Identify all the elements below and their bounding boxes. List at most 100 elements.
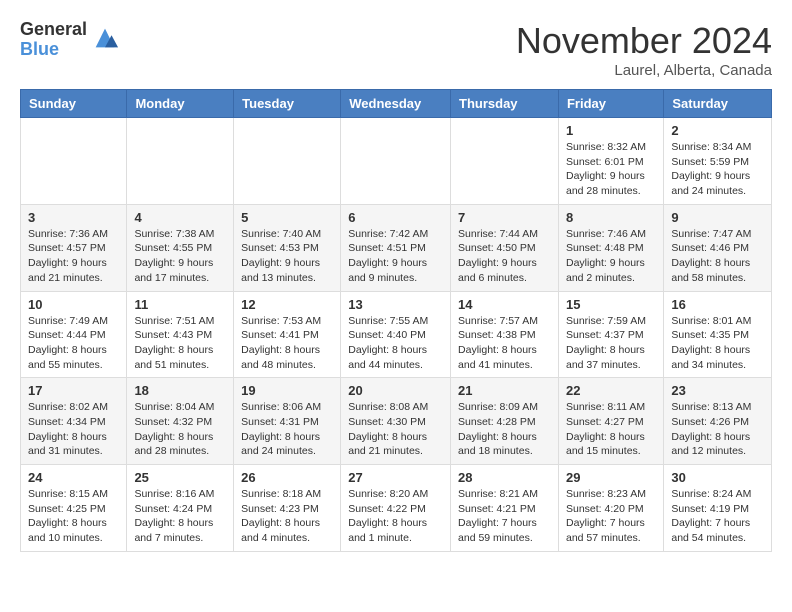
day-number: 10	[28, 297, 119, 312]
day-number: 13	[348, 297, 443, 312]
calendar-cell: 7Sunrise: 7:44 AM Sunset: 4:50 PM Daylig…	[451, 204, 559, 291]
day-info: Sunrise: 8:16 AM Sunset: 4:24 PM Dayligh…	[134, 487, 226, 546]
day-number: 19	[241, 383, 333, 398]
day-number: 24	[28, 470, 119, 485]
day-info: Sunrise: 8:01 AM Sunset: 4:35 PM Dayligh…	[671, 314, 764, 373]
day-info: Sunrise: 7:44 AM Sunset: 4:50 PM Dayligh…	[458, 227, 551, 286]
weekday-header: Wednesday	[341, 90, 451, 118]
calendar-cell: 19 Sunrise: 8:06 AM Sunset: 4:31 PM Dayli…	[234, 378, 341, 465]
location: Laurel, Alberta, Canada	[516, 62, 772, 79]
day-number: 1	[566, 123, 656, 138]
calendar-cell: 13 Sunrise: 7:55 AM Sunset: 4:40 PM Dayli…	[341, 291, 451, 378]
day-info: Sunrise: 8:08 AM Sunset: 4:30 PM Dayligh…	[348, 400, 443, 459]
day-info: Sunrise: 8:04 AM Sunset: 4:32 PM Dayligh…	[134, 400, 226, 459]
logo-icon	[91, 24, 119, 52]
calendar-cell	[127, 118, 234, 205]
calendar-cell: 1 Sunrise: 8:32 AM Sunset: 6:01 PM Daylig…	[558, 118, 663, 205]
calendar-cell: 3 Sunrise: 7:36 AM Sunset: 4:57 PM Daylig…	[21, 204, 127, 291]
calendar-cell: 25 Sunrise: 8:16 AM Sunset: 4:24 PM Dayli…	[127, 465, 234, 552]
day-number: 21	[458, 383, 551, 398]
calendar-cell	[234, 118, 341, 205]
calendar-cell: 12 Sunrise: 7:53 AM Sunset: 4:41 PM Dayli…	[234, 291, 341, 378]
calendar-cell: 16 Sunrise: 8:01 AM Sunset: 4:35 PM Dayli…	[664, 291, 772, 378]
week-row: 24 Sunrise: 8:15 AM Sunset: 4:25 PM Dayli…	[21, 465, 772, 552]
calendar-cell: 29 Sunrise: 8:23 AM Sunset: 4:20 PM Dayli…	[558, 465, 663, 552]
day-number: 8	[566, 210, 656, 225]
day-number: 16	[671, 297, 764, 312]
day-info: Sunrise: 8:23 AM Sunset: 4:20 PM Dayligh…	[566, 487, 656, 546]
week-row: 3 Sunrise: 7:36 AM Sunset: 4:57 PM Daylig…	[21, 204, 772, 291]
logo-blue: Blue	[20, 40, 87, 60]
day-info: Sunrise: 7:53 AM Sunset: 4:41 PM Dayligh…	[241, 314, 333, 373]
day-number: 27	[348, 470, 443, 485]
day-info: Sunrise: 8:11 AM Sunset: 4:27 PM Dayligh…	[566, 400, 656, 459]
calendar-cell: 20 Sunrise: 8:08 AM Sunset: 4:30 PM Dayli…	[341, 378, 451, 465]
weekday-header-row: SundayMondayTuesdayWednesdayThursdayFrid…	[21, 90, 772, 118]
day-info: Sunrise: 7:42 AM Sunset: 4:51 PM Dayligh…	[348, 227, 443, 286]
calendar-cell: 21 Sunrise: 8:09 AM Sunset: 4:28 PM Dayli…	[451, 378, 559, 465]
day-number: 3	[28, 210, 119, 225]
calendar: SundayMondayTuesdayWednesdayThursdayFrid…	[20, 89, 772, 552]
day-number: 20	[348, 383, 443, 398]
calendar-cell: 28Sunrise: 8:21 AM Sunset: 4:21 PM Dayli…	[451, 465, 559, 552]
calendar-cell	[451, 118, 559, 205]
week-row: 10 Sunrise: 7:49 AM Sunset: 4:44 PM Dayli…	[21, 291, 772, 378]
day-info: Sunrise: 8:09 AM Sunset: 4:28 PM Dayligh…	[458, 400, 551, 459]
day-number: 5	[241, 210, 333, 225]
calendar-cell: 6 Sunrise: 7:42 AM Sunset: 4:51 PM Daylig…	[341, 204, 451, 291]
logo: General Blue	[20, 20, 119, 60]
day-number: 17	[28, 383, 119, 398]
day-number: 12	[241, 297, 333, 312]
day-number: 26	[241, 470, 333, 485]
day-info: Sunrise: 7:40 AM Sunset: 4:53 PM Dayligh…	[241, 227, 333, 286]
day-info: Sunrise: 7:57 AM Sunset: 4:38 PM Dayligh…	[458, 314, 551, 373]
day-info: Sunrise: 7:55 AM Sunset: 4:40 PM Dayligh…	[348, 314, 443, 373]
day-number: 6	[348, 210, 443, 225]
calendar-cell: 18 Sunrise: 8:04 AM Sunset: 4:32 PM Dayli…	[127, 378, 234, 465]
day-number: 22	[566, 383, 656, 398]
page-header: General Blue November 2024 Laurel, Alber…	[20, 20, 772, 79]
calendar-cell: 30Sunrise: 8:24 AM Sunset: 4:19 PM Dayli…	[664, 465, 772, 552]
calendar-cell	[21, 118, 127, 205]
day-info: Sunrise: 7:49 AM Sunset: 4:44 PM Dayligh…	[28, 314, 119, 373]
calendar-cell: 23Sunrise: 8:13 AM Sunset: 4:26 PM Dayli…	[664, 378, 772, 465]
day-number: 18	[134, 383, 226, 398]
day-info: Sunrise: 8:34 AM Sunset: 5:59 PM Dayligh…	[671, 140, 764, 199]
day-info: Sunrise: 7:51 AM Sunset: 4:43 PM Dayligh…	[134, 314, 226, 373]
calendar-cell: 17Sunrise: 8:02 AM Sunset: 4:34 PM Dayli…	[21, 378, 127, 465]
week-row: 1 Sunrise: 8:32 AM Sunset: 6:01 PM Daylig…	[21, 118, 772, 205]
calendar-cell: 11Sunrise: 7:51 AM Sunset: 4:43 PM Dayli…	[127, 291, 234, 378]
calendar-cell: 26Sunrise: 8:18 AM Sunset: 4:23 PM Dayli…	[234, 465, 341, 552]
weekday-header: Friday	[558, 90, 663, 118]
day-info: Sunrise: 8:06 AM Sunset: 4:31 PM Dayligh…	[241, 400, 333, 459]
calendar-cell: 8 Sunrise: 7:46 AM Sunset: 4:48 PM Daylig…	[558, 204, 663, 291]
weekday-header: Thursday	[451, 90, 559, 118]
day-info: Sunrise: 8:32 AM Sunset: 6:01 PM Dayligh…	[566, 140, 656, 199]
day-number: 29	[566, 470, 656, 485]
day-info: Sunrise: 7:47 AM Sunset: 4:46 PM Dayligh…	[671, 227, 764, 286]
day-info: Sunrise: 7:59 AM Sunset: 4:37 PM Dayligh…	[566, 314, 656, 373]
day-number: 4	[134, 210, 226, 225]
day-info: Sunrise: 8:21 AM Sunset: 4:21 PM Dayligh…	[458, 487, 551, 546]
calendar-cell: 15 Sunrise: 7:59 AM Sunset: 4:37 PM Dayli…	[558, 291, 663, 378]
month-title: November 2024	[516, 20, 772, 62]
day-info: Sunrise: 7:46 AM Sunset: 4:48 PM Dayligh…	[566, 227, 656, 286]
day-number: 25	[134, 470, 226, 485]
day-number: 14	[458, 297, 551, 312]
weekday-header: Sunday	[21, 90, 127, 118]
weekday-header: Saturday	[664, 90, 772, 118]
calendar-cell: 22 Sunrise: 8:11 AM Sunset: 4:27 PM Dayli…	[558, 378, 663, 465]
logo-text: General Blue	[20, 20, 87, 60]
day-number: 2	[671, 123, 764, 138]
day-number: 15	[566, 297, 656, 312]
day-info: Sunrise: 8:15 AM Sunset: 4:25 PM Dayligh…	[28, 487, 119, 546]
title-block: November 2024 Laurel, Alberta, Canada	[516, 20, 772, 79]
calendar-cell: 4Sunrise: 7:38 AM Sunset: 4:55 PM Daylig…	[127, 204, 234, 291]
calendar-cell: 27Sunrise: 8:20 AM Sunset: 4:22 PM Dayli…	[341, 465, 451, 552]
calendar-cell	[341, 118, 451, 205]
day-info: Sunrise: 7:36 AM Sunset: 4:57 PM Dayligh…	[28, 227, 119, 286]
calendar-cell: 9Sunrise: 7:47 AM Sunset: 4:46 PM Daylig…	[664, 204, 772, 291]
calendar-cell: 2 Sunrise: 8:34 AM Sunset: 5:59 PM Daylig…	[664, 118, 772, 205]
calendar-cell: 14 Sunrise: 7:57 AM Sunset: 4:38 PM Dayli…	[451, 291, 559, 378]
week-row: 17Sunrise: 8:02 AM Sunset: 4:34 PM Dayli…	[21, 378, 772, 465]
